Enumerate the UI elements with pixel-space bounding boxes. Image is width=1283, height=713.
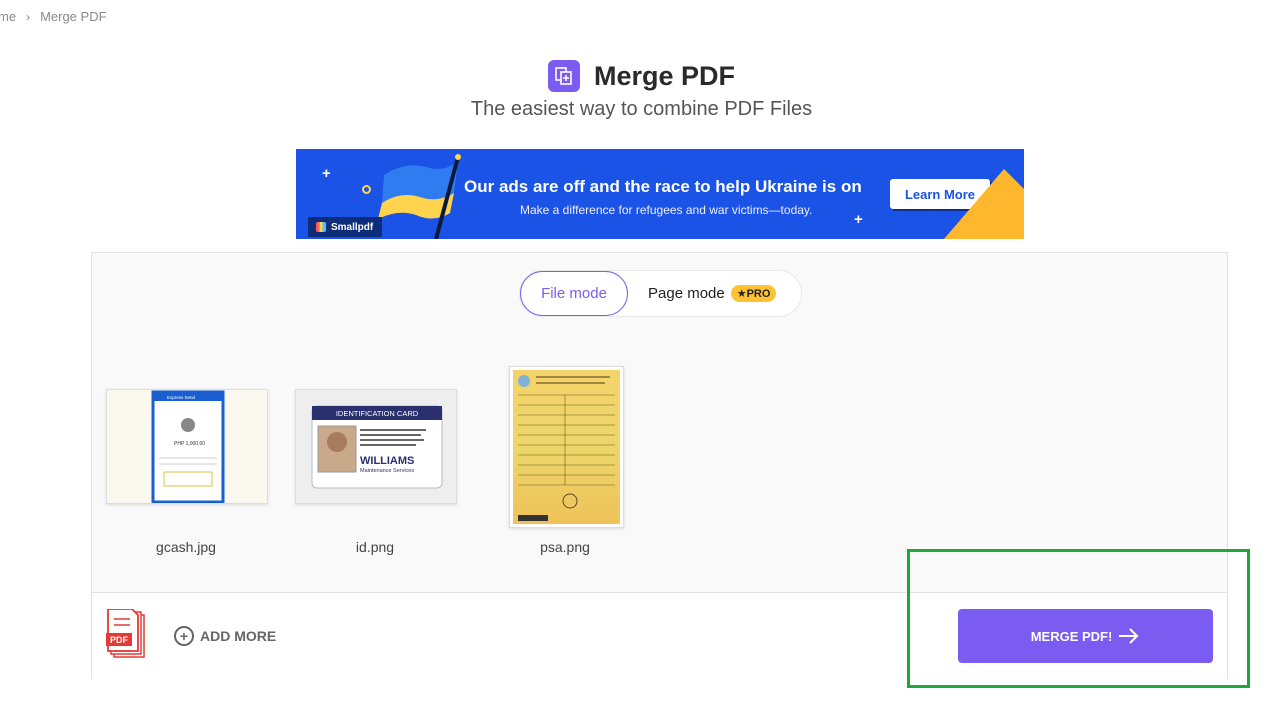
file-name: id.png <box>355 539 395 555</box>
pdf-badge-text: PDF <box>110 635 129 645</box>
file-thumbnail[interactable]: IDENTIFICATION CARD WILLIAMS Maintenance… <box>295 389 457 504</box>
psa-document-thumbnail-image <box>513 370 620 524</box>
ukraine-banner[interactable]: + + Our ads are off and the race to help… <box>296 149 1024 239</box>
plus-decoration-icon: + <box>322 165 331 182</box>
file-mode-button[interactable]: File mode <box>520 271 628 316</box>
page-mode-label: Page mode <box>648 285 725 302</box>
gcash-amount-text: PHP 1,000.00 <box>174 441 205 447</box>
add-more-label: ADD MORE <box>200 628 277 644</box>
add-more-button[interactable]: + ADD MORE <box>174 626 276 646</box>
id-card-thumbnail-image: IDENTIFICATION CARD WILLIAMS Maintenance… <box>311 405 443 489</box>
merge-pdf-button[interactable]: MERGE PDF! <box>958 609 1213 663</box>
merge-workspace: File mode Page mode ★PRO Express Send PH… <box>91 252 1228 679</box>
circle-decoration-icon <box>362 185 371 194</box>
gcash-header-text: Express Send <box>167 395 196 400</box>
smallpdf-brand: Smallpdf <box>308 217 382 237</box>
banner-subline: Make a difference for refugees and war v… <box>520 203 813 217</box>
gcash-thumbnail-image: Express Send PHP 1,000.00 <box>151 390 225 504</box>
ukraine-flag-icon <box>378 154 461 239</box>
id-card-surname-text: WILLIAMS <box>360 455 414 467</box>
merge-pdf-label: MERGE PDF! <box>1030 628 1113 644</box>
file-thumbnail[interactable]: Express Send PHP 1,000.00 <box>106 389 268 504</box>
pdf-file-icon: PDF <box>106 609 145 658</box>
page-title: Merge PDF <box>593 60 736 91</box>
id-card-company-text: Maintenance Services <box>360 468 414 474</box>
plus-circle-icon: + <box>174 626 194 646</box>
id-card-title-text: IDENTIFICATION CARD <box>336 409 419 418</box>
breadcrumb-separator: › <box>26 9 31 24</box>
breadcrumb-current: Merge PDF <box>40 9 107 24</box>
breadcrumb: me › Merge PDF <box>0 9 107 24</box>
footer-bar: PDF + ADD MORE MERGE PDF! <box>92 592 1227 679</box>
file-thumbnail[interactable] <box>509 366 624 528</box>
file-name: psa.png <box>540 539 590 555</box>
file-name: gcash.jpg <box>156 539 216 555</box>
brand-label: Smallpdf <box>331 221 374 233</box>
smallpdf-logo-icon <box>316 222 326 232</box>
banner-headline: Our ads are off and the race to help Ukr… <box>464 177 862 196</box>
plus-decoration-icon: + <box>854 211 863 228</box>
corner-decoration-icon <box>944 169 1024 239</box>
merge-pdf-icon <box>547 60 580 92</box>
breadcrumb-home-link[interactable]: me <box>0 9 16 24</box>
arrow-right-icon <box>1119 628 1139 644</box>
mode-toggle: File mode Page mode ★PRO <box>519 270 802 317</box>
pro-badge: ★PRO <box>730 285 777 302</box>
page-mode-button[interactable]: Page mode ★PRO <box>648 271 777 316</box>
title-row: Merge PDF <box>0 60 1283 92</box>
page-subtitle: The easiest way to combine PDF Files <box>470 98 813 120</box>
